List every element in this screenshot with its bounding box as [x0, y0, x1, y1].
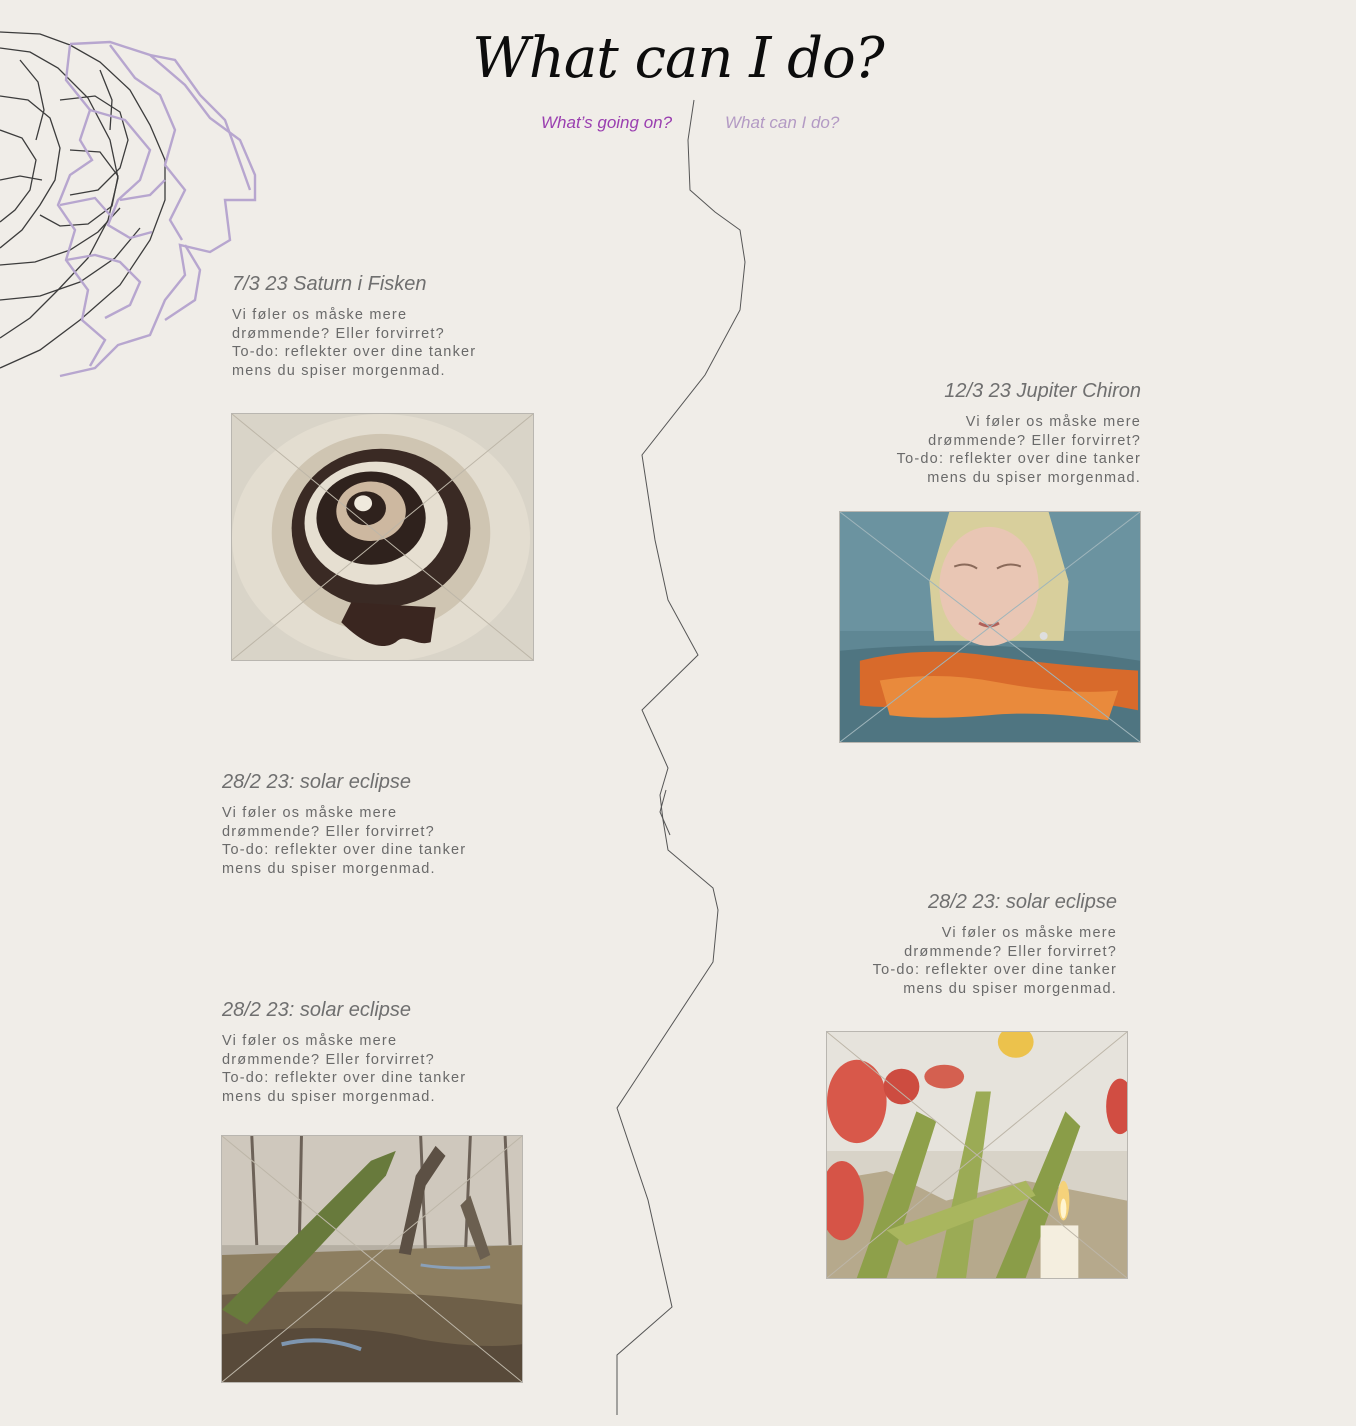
entry-solar-eclipse-3: 28/2 23: solar eclipse Vi føler os måske…: [222, 999, 522, 1107]
entry-title: 28/2 23: solar eclipse: [222, 771, 412, 793]
woman-in-water-photo: [839, 511, 1141, 743]
entry-title: 28/2 23: solar eclipse: [222, 999, 412, 1021]
entry-text: Vi føler os måske mere drømmende? Eller …: [896, 414, 1141, 487]
nav-whats-going-on[interactable]: What’s going on?: [541, 113, 672, 133]
entry-text: Vi føler os måske mere drømmende? Eller …: [872, 925, 1117, 998]
entry-text: Vi føler os måske mere drømmende? Eller …: [222, 805, 467, 878]
entry-jupiter: 12/3 23 Jupiter Chiron Vi føler os måske…: [841, 380, 1141, 488]
entry-title: 7/3 23 Saturn i Fisken: [232, 273, 427, 295]
entry-saturn: 7/3 23 Saturn i Fisken Vi føler os måske…: [232, 273, 532, 381]
entry-text: Vi føler os måske mere drømmende? Eller …: [232, 307, 477, 380]
nav-what-can-i-do[interactable]: What can I do?: [725, 113, 839, 133]
entry-solar-eclipse-1: 28/2 23: solar eclipse Vi føler os måske…: [222, 771, 522, 879]
entry-text: Vi føler os måske mere drømmende? Eller …: [222, 1033, 467, 1106]
page-title: What can I do?: [472, 26, 884, 91]
entry-title: 28/2 23: solar eclipse: [927, 891, 1117, 913]
forest-tree-photo: [221, 1135, 523, 1383]
entry-title: 12/3 23 Jupiter Chiron: [944, 380, 1141, 402]
timeline-line: [616, 99, 746, 1415]
entry-solar-eclipse-2: 28/2 23: solar eclipse Vi føler os måske…: [817, 891, 1117, 999]
tulips-candle-photo: [826, 1031, 1128, 1279]
chocolate-swirl-photo: [231, 413, 534, 661]
